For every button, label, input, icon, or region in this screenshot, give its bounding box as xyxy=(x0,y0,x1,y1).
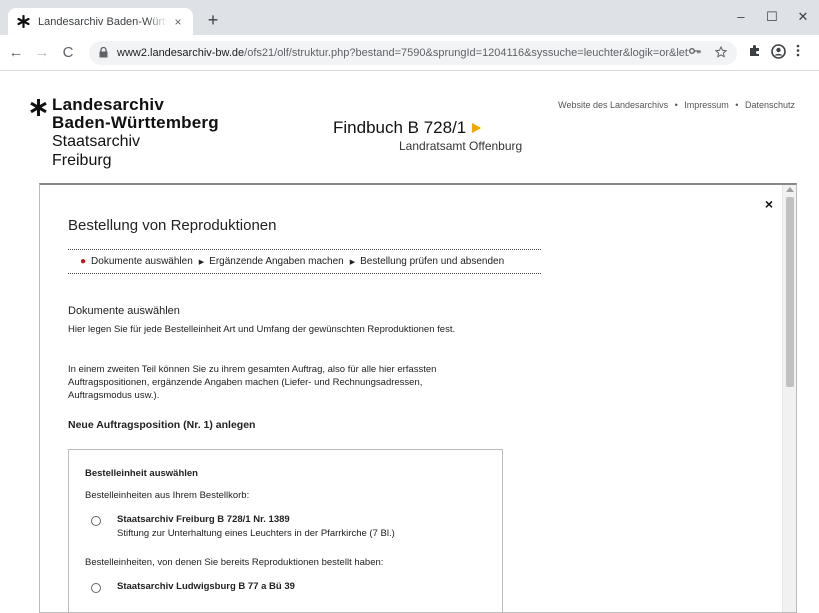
browser-tab[interactable]: Landesarchiv Baden-Württemberg × xyxy=(8,8,193,35)
unit-option-2-label[interactable]: Staatsarchiv Ludwigsburg B 77 a Bü 39 xyxy=(117,581,295,592)
key-icon[interactable] xyxy=(689,46,701,61)
current-step-bullet-icon: ● xyxy=(80,256,87,267)
top-links: Website des Landesarchivs • Impressum • … xyxy=(556,100,797,110)
intro-paragraph-1: Hier legen Sie für jede Bestelleinheit A… xyxy=(68,324,456,335)
lock-icon[interactable] xyxy=(99,46,109,59)
link-separator: • xyxy=(674,100,678,110)
findbuch-title-text: Findbuch B 728/1 xyxy=(333,118,467,137)
landesarchiv-favicon-icon xyxy=(16,15,30,29)
ordered-units-label: Bestelleinheiten, von denen Sie bereits … xyxy=(85,557,384,568)
link-impressum[interactable]: Impressum xyxy=(684,100,729,110)
browser-menu-icon[interactable] xyxy=(796,44,800,62)
landesarchiv-logo[interactable]: Landesarchiv Baden-Württemberg Staatsarc… xyxy=(30,95,270,175)
findbuch-subtitle: Landratsamt Offenburg xyxy=(399,139,523,153)
findbuch-title: Findbuch B 728/1 xyxy=(333,118,482,138)
intro-paragraph-2: In einem zweiten Teil können Sie zu ihre… xyxy=(68,364,437,401)
extensions-puzzle-icon[interactable] xyxy=(748,44,761,62)
link-separator: • xyxy=(735,100,739,110)
unit-radio-2[interactable] xyxy=(91,583,101,593)
window-minimize-button[interactable]: – xyxy=(727,6,755,28)
reproduction-order-dialog: × Bestellung von Reproduktionen ● Dokume… xyxy=(39,183,797,613)
link-datenschutz[interactable]: Datenschutz xyxy=(745,100,795,110)
tab-close-icon[interactable]: × xyxy=(171,15,185,29)
profile-avatar-icon[interactable] xyxy=(771,44,786,62)
logo-text-line3: Staatsarchiv xyxy=(52,133,141,150)
logo-text-line1: Landesarchiv xyxy=(52,95,165,114)
back-button[interactable]: ← xyxy=(6,43,26,63)
unit-radio-1[interactable] xyxy=(91,516,101,526)
step-1: Dokumente auswählen xyxy=(91,256,193,267)
page-content: Landesarchiv Baden-Württemberg Staatsarc… xyxy=(0,72,819,613)
window-maximize-button[interactable]: ☐ xyxy=(758,6,786,28)
unit-option-1-description: Stiftung zur Unterhaltung eines Leuchter… xyxy=(117,528,395,539)
url-path: /ofs21/olf/struktur.php?bestand=7590&spr… xyxy=(244,47,689,59)
step-2: Ergänzende Angaben machen xyxy=(209,256,344,267)
dialog-scrollbar[interactable] xyxy=(782,185,796,612)
reload-button[interactable]: C xyxy=(58,43,78,63)
scroll-up-arrow-icon[interactable] xyxy=(786,187,794,192)
basket-units-label: Bestelleinheiten aus Ihrem Bestellkorb: xyxy=(85,490,250,501)
scroll-thumb[interactable] xyxy=(786,197,794,387)
logo-text-line4: Freiburg xyxy=(52,152,112,169)
tab-title: Landesarchiv Baden-Württemberg xyxy=(38,15,167,28)
dialog-title: Bestellung von Reproduktionen xyxy=(68,217,277,234)
bookmark-star-icon[interactable] xyxy=(714,45,728,61)
select-unit-title: Bestelleinheit auswählen xyxy=(85,468,198,479)
select-unit-panel: Bestelleinheit auswählen Bestelleinheite… xyxy=(68,449,503,612)
new-tab-button[interactable]: + xyxy=(203,10,223,30)
section-title: Dokumente auswählen xyxy=(68,305,180,317)
url-host: www2.landesarchiv-bw.de xyxy=(117,47,245,59)
new-position-heading: Neue Auftragsposition (Nr. 1) anlegen xyxy=(68,419,256,431)
browser-tab-bar: Landesarchiv Baden-Württemberg × + – ☐ ✕ xyxy=(0,0,819,35)
link-website[interactable]: Website des Landesarchivs xyxy=(558,100,668,110)
step-arrow-icon: ▶ xyxy=(198,258,205,266)
window-close-button[interactable]: ✕ xyxy=(789,6,817,28)
url-text: www2.landesarchiv-bw.de/ofs21/olf/strukt… xyxy=(117,47,689,59)
findbuch-arrow-icon[interactable] xyxy=(472,122,482,133)
dialog-close-button[interactable]: × xyxy=(765,197,773,211)
unit-option-1-label[interactable]: Staatsarchiv Freiburg B 728/1 Nr. 1389 xyxy=(117,514,290,525)
logo-asterisk-icon xyxy=(30,98,47,120)
logo-text-line2: Baden-Württemberg xyxy=(52,113,219,132)
forward-button[interactable]: → xyxy=(32,43,52,63)
step-arrow-icon: ▶ xyxy=(349,258,356,266)
address-bar[interactable]: www2.landesarchiv-bw.de/ofs21/olf/strukt… xyxy=(89,41,737,65)
order-steps-breadcrumb: ● Dokumente auswählen ▶ Ergänzende Angab… xyxy=(68,249,541,274)
browser-toolbar: ← → C www2.landesarchiv-bw.de/ofs21/olf/… xyxy=(0,35,819,71)
step-3: Bestellung prüfen und absenden xyxy=(360,256,505,267)
